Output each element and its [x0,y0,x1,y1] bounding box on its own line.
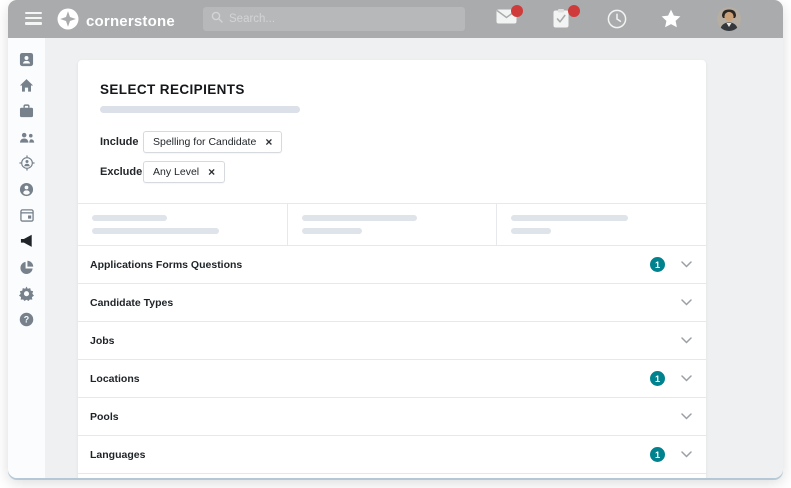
exclude-chip[interactable]: Any Level × [143,161,226,183]
exclude-filter-row: Exclude Any Level × [100,161,684,183]
favorites-star-icon[interactable] [661,9,683,29]
chevron-down-icon[interactable] [681,375,692,382]
search-icon [211,10,223,28]
sidebar-item-briefcase-icon[interactable] [19,103,35,119]
top-navbar: cornerstone [8,0,783,38]
sidebar-item-settings-icon[interactable] [19,285,35,301]
sidebar-item-reports-icon[interactable] [19,259,35,275]
include-label: Include [100,136,139,148]
loading-columns [78,203,706,245]
sidebar-item-people-icon[interactable] [19,129,35,145]
app-window: cornerstone Search... ? SELECT RECIPIENT… [8,0,783,478]
accordion-row[interactable]: Applications Forms Questions 1 [78,245,706,283]
sidebar-item-calendar-icon[interactable] [19,207,35,223]
accordion-row[interactable]: Jobs [78,321,706,359]
select-recipients-card: SELECT RECIPIENTS Include Spelling for C… [78,60,706,478]
sidebar-item-user-circle-icon[interactable] [19,181,35,197]
count-badge: 1 [650,447,665,462]
chevron-down-icon[interactable] [681,413,692,420]
global-search[interactable] [203,7,465,31]
accordion-row-label: Candidate Types [90,296,174,309]
hamburger-menu-icon[interactable] [25,12,42,25]
progress-bar [100,106,300,113]
content-area: SELECT RECIPIENTS Include Spelling for C… [45,38,783,478]
svg-text:?: ? [24,314,29,324]
tasks-icon[interactable] [553,5,580,29]
accordion-row-label: Applications Forms Questions [90,258,243,271]
history-icon[interactable] [607,9,629,29]
cornerstone-logo-icon [57,8,79,35]
count-badge: 1 [650,257,665,272]
user-avatar[interactable] [717,7,741,31]
sidebar-item-home-icon[interactable] [19,77,35,93]
accordion-row[interactable]: Employment [78,473,706,478]
include-filter-row: Include Spelling for Candidate × [100,131,684,153]
sidebar-item-candidate-target-icon[interactable] [18,155,35,171]
sidebar-item-announcements-icon[interactable] [19,233,35,249]
logo-text: cornerstone [86,13,175,30]
loading-column [496,204,706,245]
left-sidebar: ? [8,38,45,478]
exclude-label: Exclude [100,166,143,178]
accordion-row[interactable]: Locations 1 [78,359,706,397]
filter-accordion: Applications Forms Questions 1 Candidate… [78,245,706,478]
chevron-down-icon[interactable] [681,261,692,268]
sidebar-item-profile-card-icon[interactable] [19,51,35,67]
chevron-down-icon[interactable] [681,451,692,458]
include-chip[interactable]: Spelling for Candidate × [143,131,283,153]
chevron-down-icon[interactable] [681,299,692,306]
accordion-row-label: Locations [90,372,140,385]
accordion-row[interactable]: Pools [78,397,706,435]
chevron-down-icon[interactable] [681,337,692,344]
count-badge: 1 [650,371,665,386]
remove-icon[interactable]: × [265,136,272,148]
sidebar-item-help-icon[interactable]: ? [19,311,35,327]
page-title: SELECT RECIPIENTS [100,82,245,97]
loading-column [286,204,497,245]
remove-icon[interactable]: × [208,166,215,178]
loading-column [78,204,287,245]
messages-notification-badge [511,5,523,17]
accordion-row-label: Languages [90,448,146,461]
messages-icon[interactable] [496,5,523,29]
accordion-row[interactable]: Candidate Types [78,283,706,321]
exclude-chip-text: Any Level [153,166,200,178]
accordion-row[interactable]: Languages 1 [78,435,706,473]
tasks-notification-badge [568,5,580,17]
include-chip-text: Spelling for Candidate [153,136,257,148]
cornerstone-logo[interactable]: cornerstone [57,8,175,35]
accordion-row-label: Pools [90,410,119,423]
accordion-row-label: Jobs [90,334,115,347]
search-input[interactable] [229,13,457,25]
